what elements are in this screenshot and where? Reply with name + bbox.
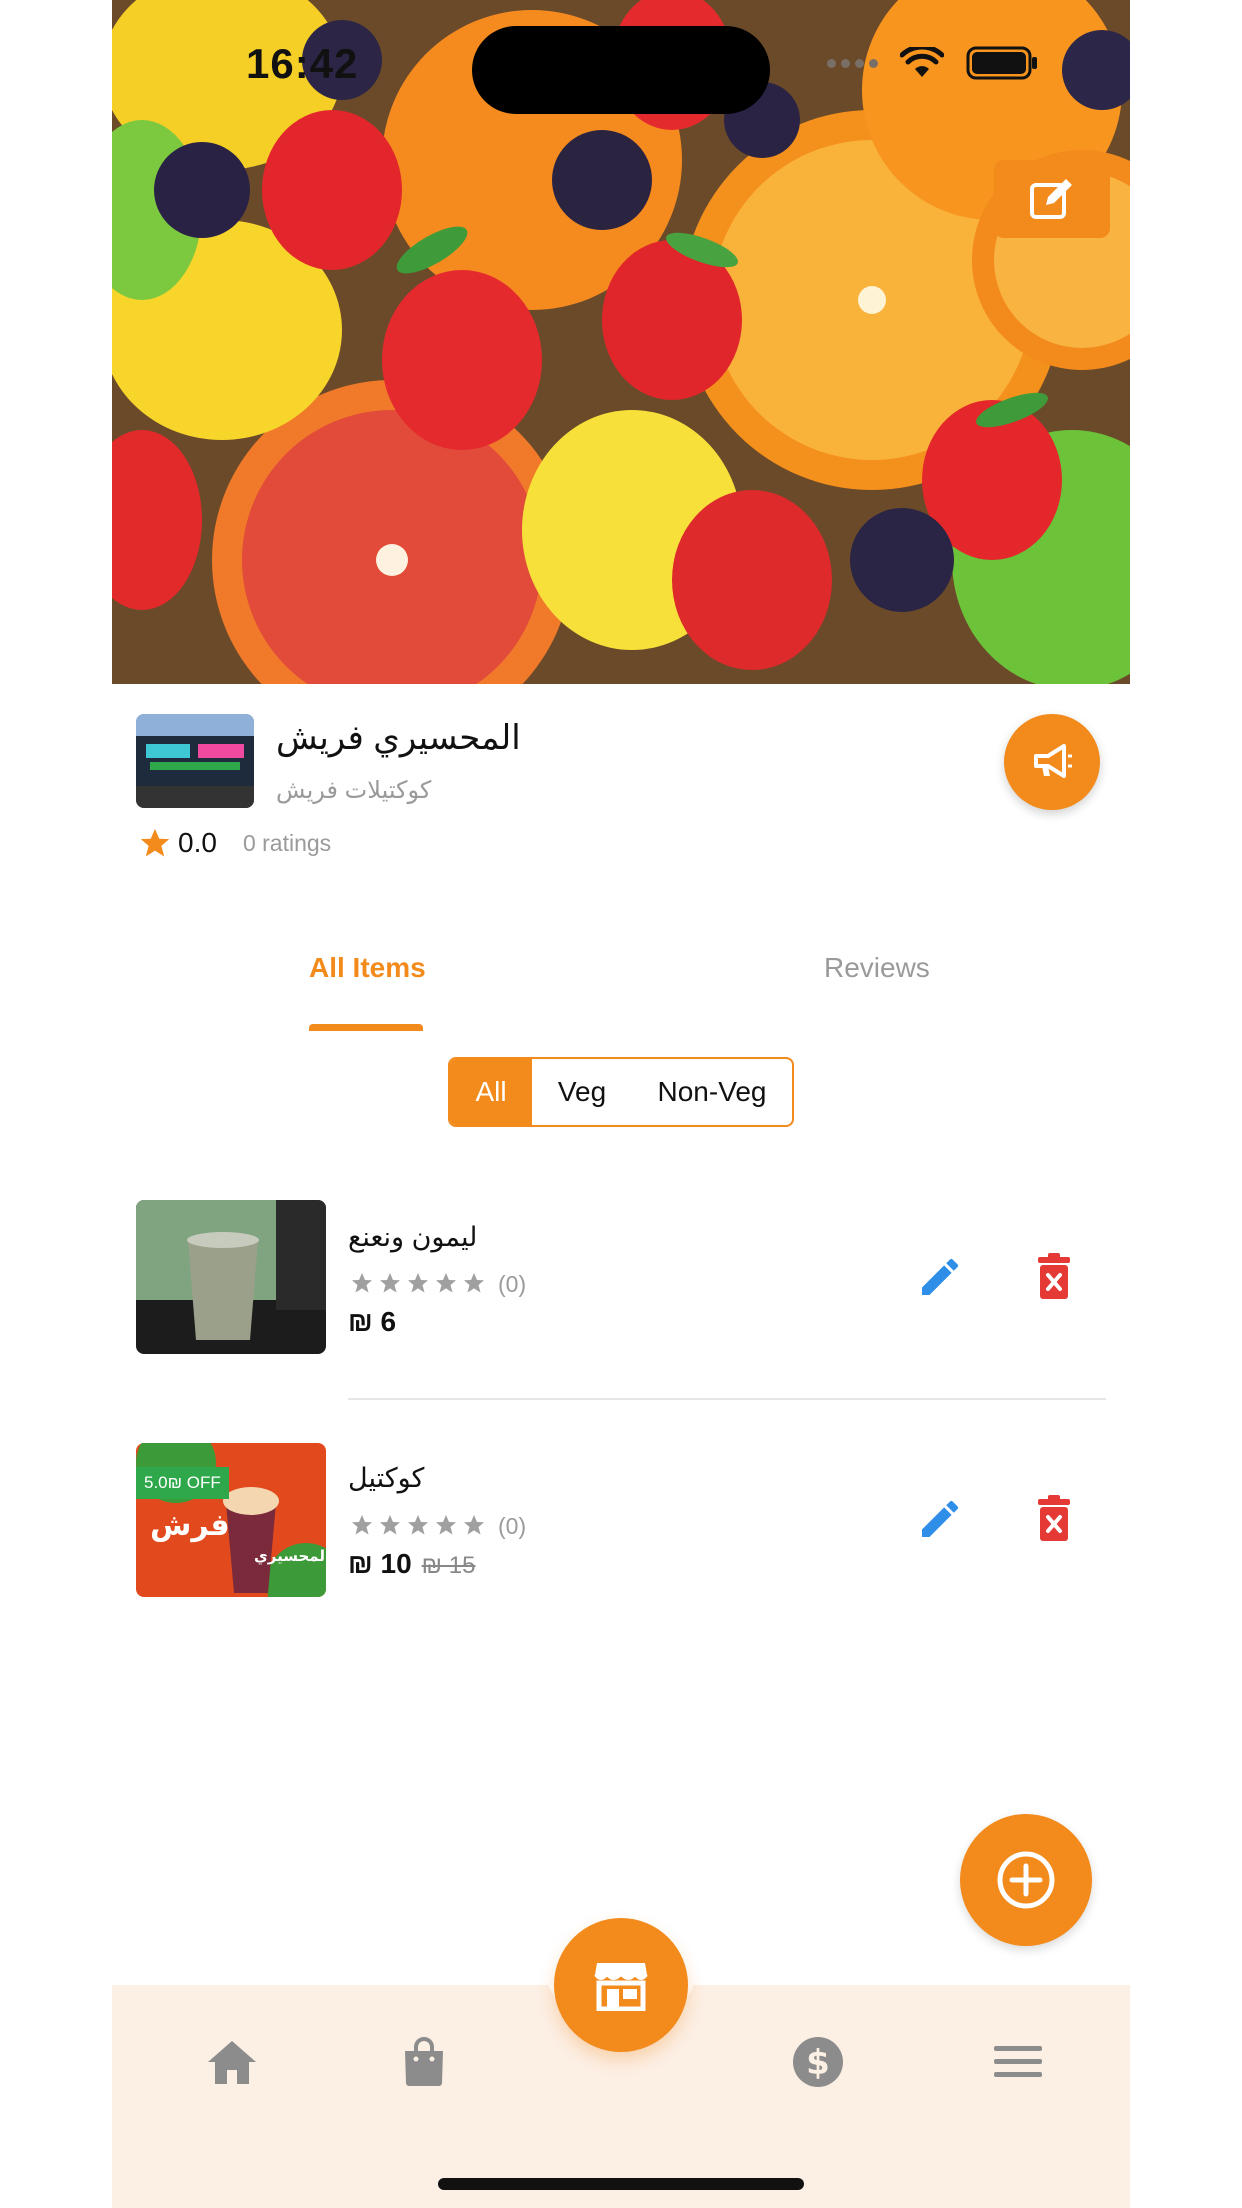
pencil-icon — [922, 1258, 959, 1295]
item-old-price: ₪ 15 — [421, 1552, 476, 1579]
pencil-icon — [922, 1500, 959, 1537]
item-image — [136, 1200, 326, 1354]
ratings-count: 0 ratings — [242, 829, 332, 856]
nav-earnings[interactable]: $ — [788, 2032, 848, 2092]
edit-square-icon — [1030, 179, 1072, 219]
veg-filter-segmented-control: All Veg Non-Veg — [448, 1057, 794, 1127]
menu-icon — [994, 2046, 1042, 2077]
active-tab-indicator — [309, 1024, 423, 1031]
store-subtitle: كوكتيلات فريش — [276, 777, 432, 804]
nav-home[interactable] — [202, 2032, 262, 2092]
shopping-bag-icon — [405, 2037, 443, 2086]
tab-all-items[interactable]: All Items — [309, 952, 426, 984]
rating-stars-icon — [352, 1515, 484, 1535]
wifi-icon — [900, 47, 944, 77]
store-name: المحسيري فريش — [276, 719, 521, 757]
item-name: ليمون ونعنع — [348, 1222, 478, 1252]
add-item-button[interactable] — [960, 1814, 1092, 1946]
svg-text:$: $ — [806, 2043, 830, 2083]
item-divider — [348, 1398, 1106, 1400]
dollar-icon: $ — [793, 2037, 843, 2087]
battery-icon — [966, 46, 1037, 80]
item-current-price: ₪ 10 — [348, 1548, 412, 1579]
star-icon — [140, 828, 170, 857]
home-indicator — [438, 2178, 804, 2190]
store-icon — [594, 1963, 648, 2011]
promotion-button[interactable] — [1004, 714, 1100, 810]
trash-icon — [1038, 1495, 1070, 1541]
item-image: فرش المحسيري 5.0₪ OFF — [136, 1443, 326, 1597]
store-logo — [136, 714, 254, 808]
filter-non-veg[interactable]: Non-Veg — [632, 1059, 792, 1125]
item-current-price: ₪ 6 — [348, 1306, 397, 1337]
status-time: 16:42 — [246, 40, 359, 87]
store-cover-image: 16:42 — [112, 0, 1130, 684]
item-rating-count: (0) — [498, 1270, 527, 1297]
filter-all[interactable]: All — [450, 1059, 532, 1125]
edit-cover-button[interactable] — [994, 160, 1110, 238]
filter-veg[interactable]: Veg — [532, 1059, 632, 1125]
item-rating-count: (0) — [498, 1512, 527, 1539]
rating-stars-icon — [352, 1273, 484, 1293]
dynamic-island — [472, 26, 770, 114]
edit-item-button[interactable] — [912, 1491, 968, 1547]
rating-value: 0.0 — [178, 827, 217, 858]
plus-circle-icon — [997, 1851, 1055, 1909]
item-price: ₪ 6 — [348, 1306, 396, 1338]
nav-store-button[interactable] — [554, 1918, 688, 2052]
discount-badge: 5.0₪ OFF — [136, 1467, 229, 1499]
delete-item-button[interactable] — [1030, 1249, 1078, 1305]
item-rating: (0) — [348, 1270, 526, 1298]
store-rating: 0.0 0 ratings — [138, 826, 331, 860]
svg-text:المحسيري: المحسيري — [254, 1547, 326, 1566]
item-price: ₪ 10 ₪ 15 — [348, 1548, 475, 1580]
nav-menu[interactable] — [988, 2032, 1048, 2092]
cellular-signal-icon — [827, 58, 878, 68]
item-name: كوكتيل — [348, 1463, 425, 1493]
trash-icon — [1038, 1253, 1070, 1299]
nav-orders[interactable] — [394, 2032, 454, 2092]
megaphone-icon — [1034, 744, 1072, 778]
home-icon — [208, 2041, 256, 2084]
phone-screen: 16:42 المحسيري فريش كوكتيلات فريش 0.0 0 … — [112, 0, 1130, 2208]
status-icons — [827, 46, 1038, 80]
svg-text:فرش: فرش — [150, 1508, 230, 1543]
item-rating: (0) — [348, 1512, 526, 1540]
delete-item-button[interactable] — [1030, 1491, 1078, 1547]
edit-item-button[interactable] — [912, 1249, 968, 1305]
tab-reviews[interactable]: Reviews — [824, 952, 930, 984]
